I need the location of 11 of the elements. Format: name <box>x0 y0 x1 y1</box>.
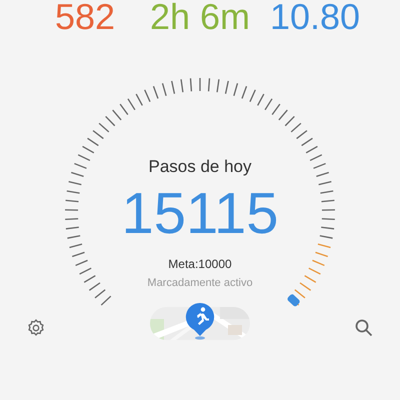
search-icon[interactable] <box>354 318 374 338</box>
activity-label: Marcadamente activo <box>147 276 253 290</box>
gauge-title: Pasos de hoy <box>148 156 252 178</box>
stat-value: 582 <box>54 0 116 39</box>
running-pin-icon[interactable] <box>184 302 216 340</box>
stat-value: 2h 6m <box>148 0 252 39</box>
progress-marker <box>286 293 301 308</box>
step-count: 15115 <box>122 182 278 246</box>
stat-value: 10.80 <box>268 0 362 39</box>
settings-icon[interactable] <box>26 318 46 338</box>
goal-label: Meta:10000 <box>168 256 232 272</box>
